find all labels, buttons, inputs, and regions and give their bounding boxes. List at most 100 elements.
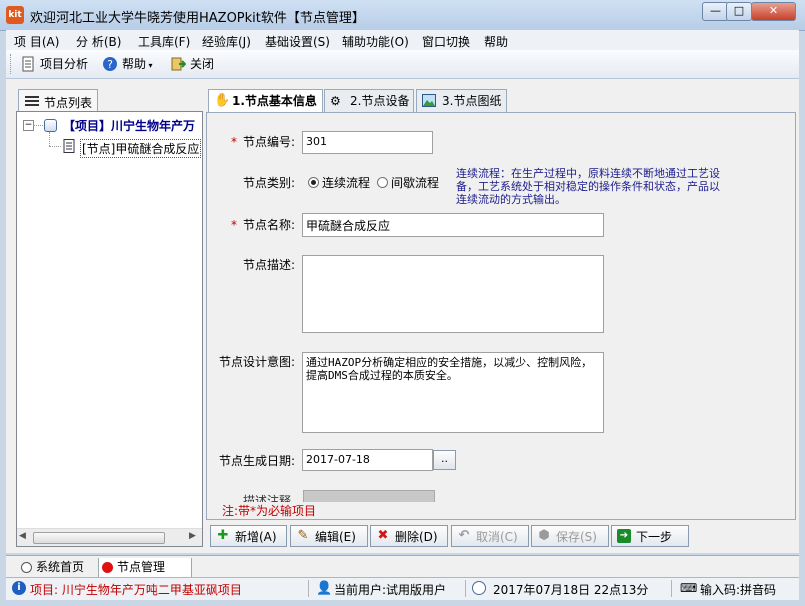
radio-batch[interactable] xyxy=(377,177,388,188)
menu-tools[interactable]: 工具库(F) xyxy=(138,33,190,50)
equipment-icon: ⚙ xyxy=(330,94,341,108)
node-number-input[interactable]: 301 xyxy=(302,131,433,154)
scroll-left-icon[interactable]: ◀ xyxy=(19,531,26,541)
menu-help[interactable]: 帮助 xyxy=(484,33,508,50)
continuous-label[interactable]: 连续流程 xyxy=(322,174,370,191)
status-divider xyxy=(308,580,309,597)
node-number-label: 节点编号: xyxy=(243,135,296,149)
document-icon xyxy=(22,56,34,72)
dropdown-arrow-icon: ▾ xyxy=(146,61,153,70)
required-star: * xyxy=(231,218,237,232)
date-input[interactable]: 2017-07-18 xyxy=(302,449,433,471)
tree-connector xyxy=(49,132,50,146)
menu-experience[interactable]: 经验库(J) xyxy=(202,33,251,50)
close-button[interactable]: ✕ xyxy=(751,2,796,21)
add-label: 新增(A) xyxy=(235,530,277,544)
close-label: 关闭 xyxy=(190,57,215,71)
batch-label[interactable]: 间歇流程 xyxy=(391,174,439,191)
menu-project[interactable]: 项 目(A) xyxy=(14,33,59,50)
keyboard-icon: ⌨ xyxy=(680,581,698,595)
user-icon: 👤 xyxy=(316,581,333,596)
title-bar: kit 欢迎河北工业大学牛晓芳使用HAZOPkit软件【节点管理】 — □ ✕ xyxy=(0,0,805,31)
arrow-right-icon: ➔ xyxy=(617,529,631,543)
next-label: 下一步 xyxy=(636,530,673,544)
status-datetime: 2017年07月18日 22点13分 xyxy=(493,583,649,597)
delete-button[interactable]: ✖ 删除(D) xyxy=(370,525,448,547)
tab-home[interactable]: 系统首页 xyxy=(18,558,108,577)
save-button[interactable]: ⬢ 保存(S) xyxy=(531,525,609,547)
list-icon xyxy=(25,96,39,106)
tree-connector xyxy=(49,146,61,147)
date-picker-button[interactable]: .. xyxy=(433,450,456,470)
edit-button[interactable]: ✎ 编辑(E) xyxy=(290,525,368,547)
scrollbar-thumb[interactable] xyxy=(33,532,165,544)
menu-window[interactable]: 窗口切换 xyxy=(422,33,470,50)
undo-icon: ↶ xyxy=(458,528,470,543)
project-node-icon xyxy=(44,119,57,132)
status-ime: 输入码:拼音码 xyxy=(700,583,777,597)
info-icon: i xyxy=(12,581,26,595)
status-project: 项目: 川宁生物年产万吨二甲基亚砜项目 xyxy=(30,583,242,597)
help-button[interactable]: ? 帮助 ▾ xyxy=(100,54,153,74)
node-type-label: 节点类别: xyxy=(243,176,296,190)
node-list-tab-label: 节点列表 xyxy=(44,96,93,110)
tab-home-label: 系统首页 xyxy=(36,560,85,574)
menu-assist[interactable]: 辅助功能(O) xyxy=(342,33,409,50)
menu-analysis[interactable]: 分 析(B) xyxy=(76,33,121,50)
cutoff-label: 描述注释 xyxy=(243,494,292,502)
window-tabs: 系统首页 节点管理 xyxy=(6,555,799,578)
date-label: 节点生成日期: xyxy=(219,454,296,468)
help-icon: ? xyxy=(103,57,117,71)
scroll-right-icon[interactable]: ▶ xyxy=(189,531,196,541)
picture-icon xyxy=(422,94,436,107)
tab-drawings[interactable]: 3.节点图纸 xyxy=(416,89,507,112)
save-label: 保存(S) xyxy=(556,530,597,544)
tab-node-management[interactable]: 节点管理 xyxy=(98,558,192,578)
tree-project-node[interactable]: 【项目】川宁生物年产万 xyxy=(63,117,195,134)
status-user: 当前用户:试用版用户 xyxy=(334,583,447,597)
tab-equipment[interactable]: ⚙ 2.节点设备 xyxy=(324,89,414,112)
node-list-tab[interactable]: 节点列表 xyxy=(18,89,98,112)
node-doc-icon xyxy=(63,139,75,153)
clipped-field xyxy=(303,490,435,502)
design-intent-textarea[interactable]: 通过HAZOP分析确定相应的安全措施，以减少、控制风险，提高DMS合成过程的本质… xyxy=(302,352,604,433)
node-desc-label: 节点描述: xyxy=(243,258,296,272)
toolbar: 项目分析 ? 帮助 ▾ 关闭 xyxy=(6,50,799,79)
horizontal-scrollbar[interactable]: ◀ ▶ xyxy=(17,528,202,546)
toolbar-grip xyxy=(10,54,13,74)
radio-continuous[interactable] xyxy=(308,177,319,188)
tab-node-management-label: 节点管理 xyxy=(117,560,166,574)
delete-label: 删除(D) xyxy=(395,530,438,544)
required-note: 注:带*为必输项目 xyxy=(222,504,317,518)
node-type-hint: 连续流程：在生产过程中，原料连续不断地通过工艺设备，工艺系统处于相对稳定的操作条… xyxy=(456,167,720,206)
design-intent-label: 节点设计意图: xyxy=(219,355,296,369)
node-desc-textarea[interactable] xyxy=(302,255,604,333)
tree-child-node[interactable]: [节点]甲硫醚合成反应 xyxy=(80,139,202,158)
tab-equipment-label: 2.节点设备 xyxy=(350,94,410,108)
node-tree: − 【项目】川宁生物年产万 [节点]甲硫醚合成反应 ◀ ▶ xyxy=(16,111,203,547)
minimize-button[interactable]: — xyxy=(702,2,729,21)
close-doc-button[interactable]: 关闭 xyxy=(168,54,214,74)
status-divider xyxy=(465,580,466,597)
svg-text:?: ? xyxy=(107,58,113,71)
project-analysis-button[interactable]: 项目分析 xyxy=(18,54,88,74)
active-status-icon xyxy=(102,562,113,573)
app-icon: kit xyxy=(6,6,24,24)
project-analysis-label: 项目分析 xyxy=(40,57,89,71)
add-button[interactable]: ✚ 新增(A) xyxy=(210,525,287,547)
maximize-button[interactable]: □ xyxy=(726,2,752,21)
required-star: * xyxy=(231,135,237,149)
menu-settings[interactable]: 基础设置(S) xyxy=(265,33,330,50)
node-name-label: 节点名称: xyxy=(243,218,296,232)
cancel-button[interactable]: ↶ 取消(C) xyxy=(451,525,529,547)
tab-basic-info[interactable]: ✋ 1.节点基本信息 xyxy=(208,89,323,113)
home-status-icon xyxy=(21,562,32,573)
clipped-row: 描述注释 xyxy=(200,488,788,502)
window-title: 欢迎河北工业大学牛晓芳使用HAZOPkit软件【节点管理】 xyxy=(30,11,365,26)
cancel-label: 取消(C) xyxy=(476,530,518,544)
exit-icon xyxy=(171,57,186,71)
status-bar: i 项目: 川宁生物年产万吨二甲基亚砜项目 👤 当前用户:试用版用户 2017年… xyxy=(6,577,799,600)
plus-icon: ✚ xyxy=(217,528,229,543)
next-button[interactable]: ➔ 下一步 xyxy=(611,525,689,547)
node-name-input[interactable]: 甲硫醚合成反应 xyxy=(302,213,604,237)
